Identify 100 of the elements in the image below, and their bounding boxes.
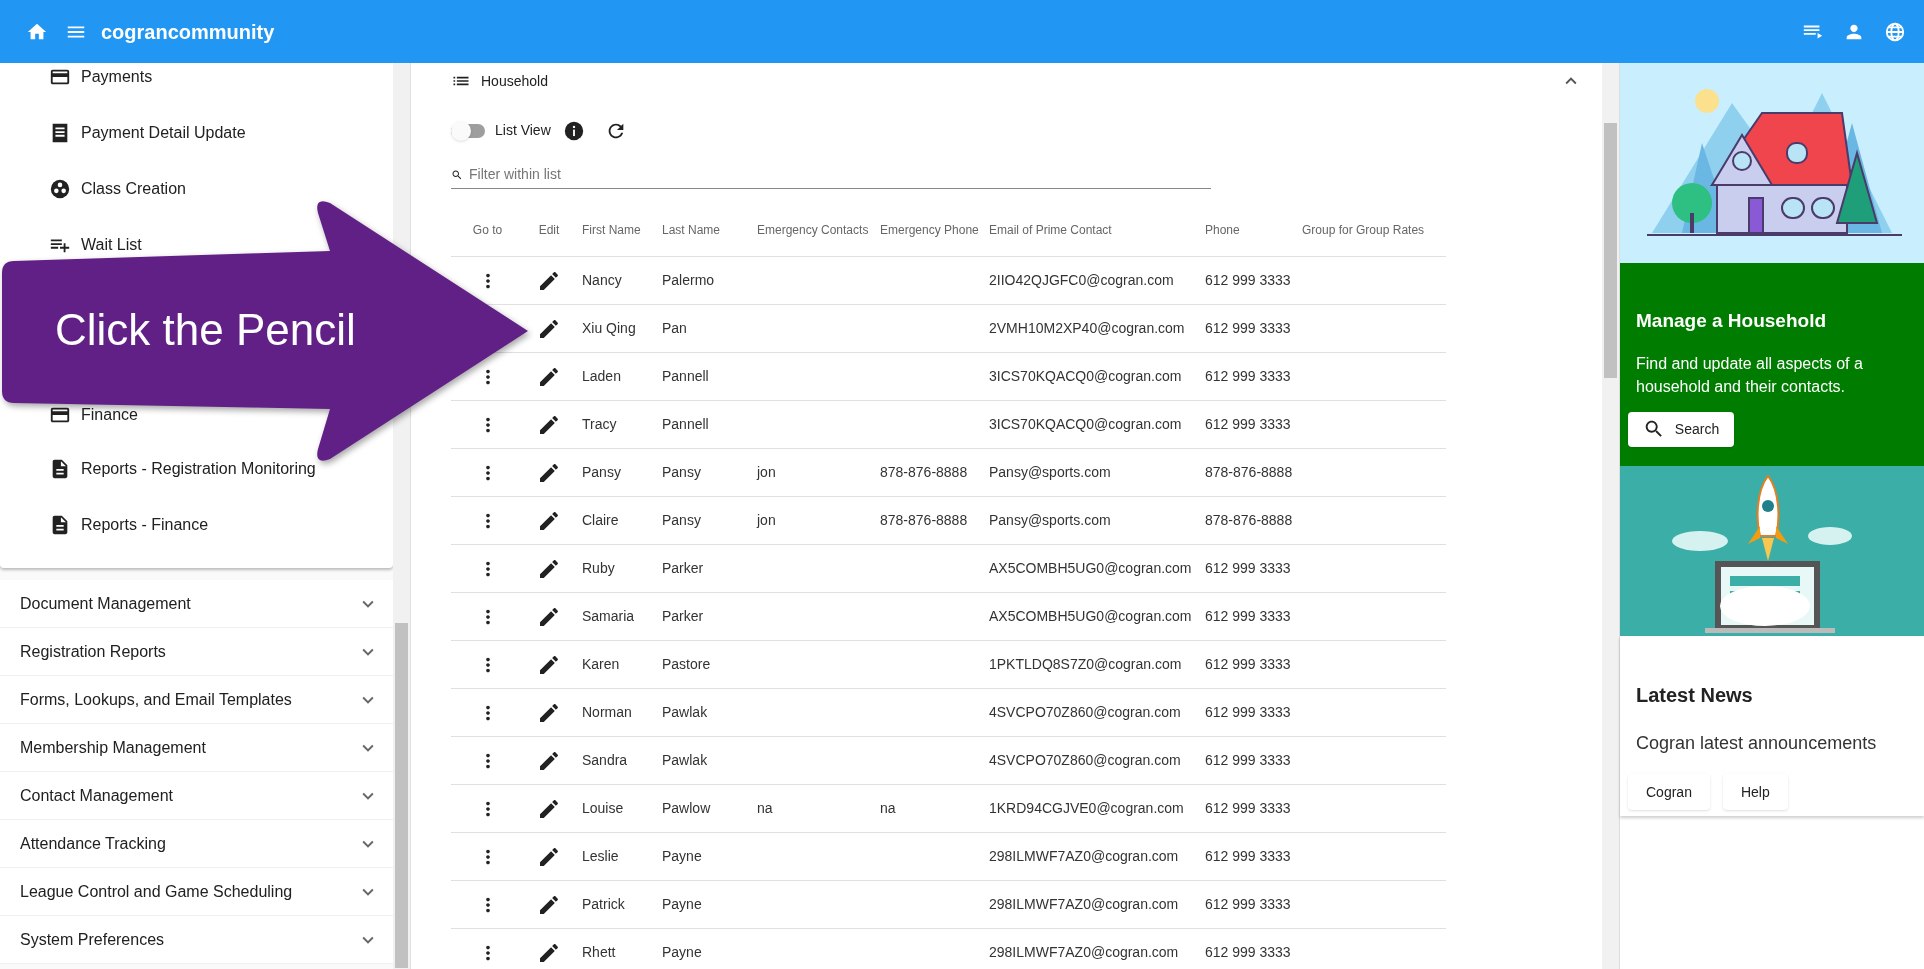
table-cell-text: 1PKTLDQ8S7Z0@cogran.com	[989, 655, 1182, 674]
callout-text: Click the Pencil	[55, 304, 356, 356]
app-title: cograncommunity	[101, 19, 275, 45]
table-cell-text: Pannell	[662, 367, 709, 386]
sidebar-item[interactable]: Class Creation	[49, 177, 186, 201]
sidebar-item[interactable]: Wait List	[49, 233, 142, 257]
card-title: Latest News	[1636, 683, 1754, 708]
info-icon[interactable]	[562, 120, 585, 142]
toggle-label: List View	[495, 120, 551, 140]
accordion-header[interactable]: System Preferences	[0, 916, 393, 964]
search-button[interactable]: Search	[1628, 411, 1734, 447]
table-cell-text: 2IIO42QJGFC0@cogran.com	[989, 271, 1174, 290]
table-cell-text: Rhett	[582, 943, 616, 962]
table-cell-text: AX5COMBH5UG0@cogran.com	[989, 559, 1192, 578]
column-header: First Name	[582, 221, 641, 239]
table-cell-text: Parker	[662, 559, 704, 578]
table-cell-text: Pawlow	[662, 799, 711, 818]
sidebar-item[interactable]: Reports - Finance	[49, 513, 209, 537]
card-title: Manage a Household	[1636, 309, 1828, 333]
table-cell-text: Pansy	[662, 463, 701, 482]
table-cell-text: Xiu Qing	[582, 319, 636, 338]
table-cell-text: AX5COMBH5UG0@cogran.com	[989, 607, 1192, 626]
card-text: Find and update all aspects of a household and their contacts.	[1636, 353, 1864, 397]
column-header: Edit	[538, 221, 560, 239]
table-cell-text: Claire	[582, 511, 619, 530]
table-cell-text: Payne	[662, 895, 702, 914]
table-cell-text: na	[880, 799, 896, 818]
table-cell-text: 612 999 3333	[1205, 799, 1291, 818]
table-cell-text: Pansy@sports.com	[989, 511, 1111, 530]
link-button[interactable]: Cogran	[1628, 774, 1710, 810]
table-cell-text: 612 999 3333	[1205, 367, 1291, 386]
table-cell-text: 612 999 3333	[1205, 847, 1291, 866]
table-cell-text: 298ILMWF7AZ0@cogran.com	[989, 847, 1179, 866]
table-cell-text: 878-876-8888	[880, 463, 968, 482]
table-cell-text: Laden	[582, 367, 621, 386]
table-cell-text: Samaria	[582, 607, 635, 626]
column-header: Group for Group Rates	[1302, 221, 1425, 239]
column-header: Go to	[472, 221, 503, 239]
table-cell-text: Payne	[662, 943, 702, 962]
toggle-switch[interactable]	[451, 121, 487, 141]
table-cell-text: jon	[757, 511, 776, 530]
table-cell-text: 3ICS70KQACQ0@cogran.com	[989, 415, 1182, 434]
card-text: Cogran latest announcements	[1636, 732, 1878, 755]
sidebar-item[interactable]: Finance	[49, 403, 138, 427]
filter-field[interactable]: Filter within list	[469, 164, 1211, 185]
table-cell-text: 612 999 3333	[1205, 655, 1291, 674]
table-cell-text: 298ILMWF7AZ0@cogran.com	[989, 895, 1179, 914]
table-cell-text: Palermo	[662, 271, 715, 290]
table-cell-text: 298ILMWF7AZ0@cogran.com	[989, 943, 1179, 962]
accordion-header[interactable]: League Control and Game Scheduling	[0, 868, 393, 916]
table-cell-text: Payne	[662, 847, 702, 866]
table-cell-text: Patrick	[582, 895, 625, 914]
table-cell-text: 612 999 3333	[1205, 319, 1291, 338]
sidebar-item[interactable]: Payments	[49, 65, 153, 89]
table-cell-text: 612 999 3333	[1205, 895, 1291, 914]
table-cell-text: 612 999 3333	[1205, 415, 1291, 434]
column-header: Phone	[1205, 221, 1240, 239]
table-cell-text: 612 999 3333	[1205, 559, 1291, 578]
link-button[interactable]: Help	[1722, 774, 1788, 810]
language-icon[interactable]	[1884, 20, 1906, 43]
table-cell-text: Leslie	[582, 847, 619, 866]
class-icon	[49, 178, 71, 200]
table-cell-text: Pansy	[662, 511, 701, 530]
table-cell-text: 2VMH10M2XP40@cogran.com	[989, 319, 1185, 338]
table-cell-text: jon	[757, 463, 776, 482]
accordion-header[interactable]: Registration Reports	[0, 628, 393, 676]
table-cell-text: 612 999 3333	[1205, 703, 1291, 722]
table-cell-text: Pansy@sports.com	[989, 463, 1111, 482]
sidebar-item[interactable]: Payment Detail Update	[49, 121, 246, 145]
column-header: Email of Prime Contact	[989, 221, 1112, 239]
accordion-header[interactable]: Membership Management	[0, 724, 393, 772]
table-cell-text: 3ICS70KQACQ0@cogran.com	[989, 367, 1182, 386]
accordion-header[interactable]: Contact Management	[0, 772, 393, 820]
table-cell-text: Pan	[662, 319, 687, 338]
panel-title: Household	[481, 71, 549, 91]
table-cell-text: 612 999 3333	[1205, 943, 1291, 962]
table-cell-text: 4SVCPO70Z860@cogran.com	[989, 703, 1181, 722]
table-cell-text: Norman	[582, 703, 632, 722]
table-cell-text: Ruby	[582, 559, 615, 578]
column-header: Last Name	[662, 221, 721, 239]
table-cell-text: Nancy	[582, 271, 622, 290]
accordion-header[interactable]: Forms, Lookups, and Email Templates	[0, 676, 393, 724]
table-cell-text: Pastore	[662, 655, 711, 674]
table-cell-text: 878-876-8888	[1205, 463, 1293, 482]
accordion-header[interactable]: Attendance Tracking	[0, 820, 393, 868]
table-cell-text: Pawlak	[662, 703, 708, 722]
table-cell-text: 612 999 3333	[1205, 751, 1291, 770]
table-cell-text: Tracy	[582, 415, 617, 434]
table-cell-text: Karen	[582, 655, 620, 674]
sidebar-item[interactable]: Reports - Registration Monitoring	[49, 457, 316, 481]
table-cell-text: Sandra	[582, 751, 628, 770]
table-cell-text: 612 999 3333	[1205, 607, 1291, 626]
table-cell-text: Louise	[582, 799, 624, 818]
accordion-header[interactable]: Document Management	[0, 580, 393, 628]
table-cell-text: Parker	[662, 607, 704, 626]
table-cell-text: na	[757, 799, 773, 818]
table-cell-text: 4SVCPO70Z860@cogran.com	[989, 751, 1181, 770]
table-cell-text: 1KRD94CGJVE0@cogran.com	[989, 799, 1184, 818]
scrollbar[interactable]	[1602, 63, 1619, 969]
table-cell-text: Pannell	[662, 415, 709, 434]
